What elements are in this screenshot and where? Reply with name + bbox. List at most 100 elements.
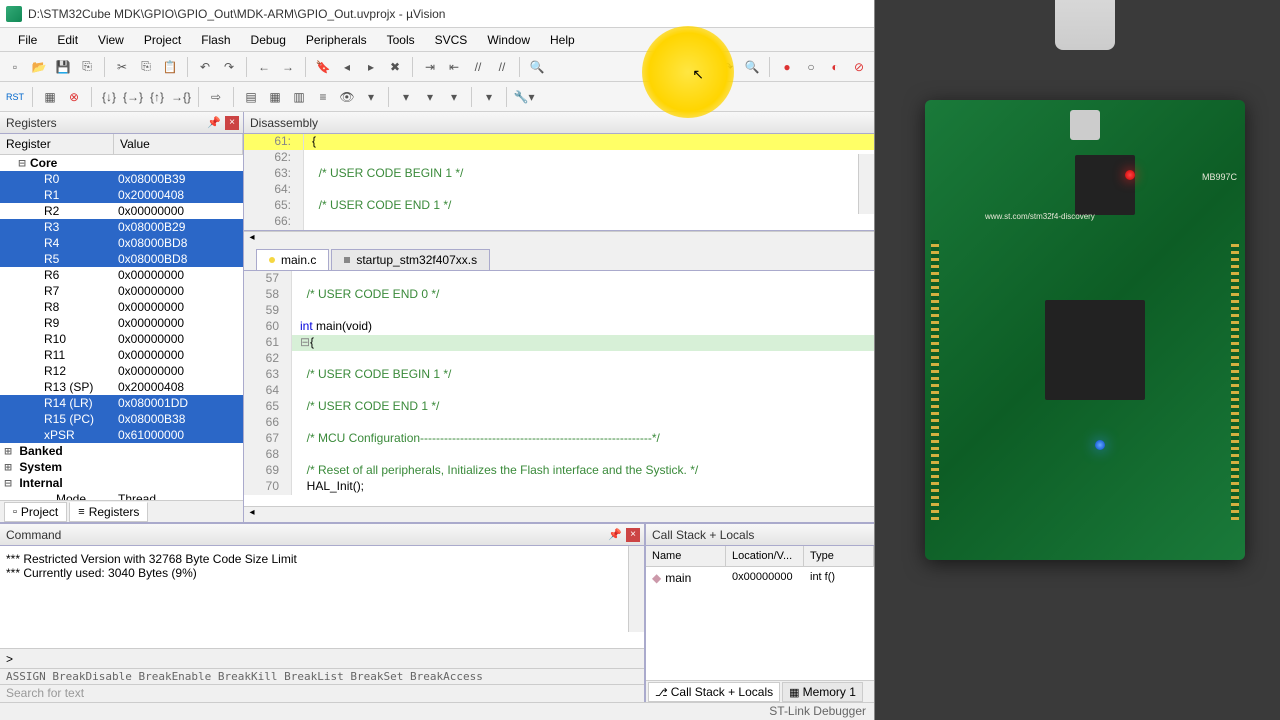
pin-icon[interactable]: 📌 [608, 528, 622, 541]
toolbox-icon[interactable]: 🔧▾ [513, 86, 535, 108]
menu-project[interactable]: Project [134, 30, 191, 50]
tab-registers[interactable]: ≡ Registers [69, 502, 148, 522]
disassembly-view[interactable]: 61:{62:63: /* USER CODE BEGIN 1 */64:65:… [244, 134, 874, 231]
step-out-icon[interactable]: {↑} [146, 86, 168, 108]
window-trace-icon[interactable]: ▾ [443, 86, 465, 108]
nav-back-icon[interactable]: ← [253, 56, 275, 78]
scrollbar-vertical[interactable] [858, 154, 874, 214]
copy-icon[interactable]: ⎘ [135, 56, 157, 78]
reg-group-system[interactable]: ⊞ System [0, 459, 243, 475]
menu-svcs[interactable]: SVCS [425, 30, 478, 50]
save-icon[interactable]: 💾 [52, 56, 74, 78]
search-input[interactable]: Search for text [0, 684, 644, 702]
tab-memory[interactable]: ▦ Memory 1 [782, 682, 863, 702]
menu-file[interactable]: File [8, 30, 47, 50]
bookmark-next-icon[interactable]: ▸ [360, 56, 382, 78]
editor-hscroll[interactable]: ◂ [244, 506, 874, 522]
breakpoint-kill-icon[interactable]: ⊘ [848, 56, 870, 78]
bookmark-clear-icon[interactable]: ✖ [384, 56, 406, 78]
step-over2-icon[interactable]: {→} [122, 86, 144, 108]
col-value[interactable]: Value [114, 134, 243, 154]
register-row[interactable]: R90x00000000 [0, 315, 243, 331]
paste-icon[interactable]: 📋 [159, 56, 181, 78]
menu-peripherals[interactable]: Peripherals [296, 30, 377, 50]
window-symbol-icon[interactable]: ▦ [264, 86, 286, 108]
run-icon[interactable]: ▦ [39, 86, 61, 108]
menu-debug[interactable]: Debug [241, 30, 296, 50]
register-row[interactable]: R80x00000000 [0, 299, 243, 315]
close-icon[interactable]: × [626, 528, 640, 542]
register-row[interactable]: R110x00000000 [0, 347, 243, 363]
menu-help[interactable]: Help [540, 30, 585, 50]
reg-group-internal[interactable]: ⊟ Internal [0, 475, 243, 491]
window-disasm-icon[interactable]: ▤ [240, 86, 262, 108]
menu-flash[interactable]: Flash [191, 30, 240, 50]
col-register[interactable]: Register [0, 134, 114, 154]
register-row[interactable]: R30x08000B29 [0, 219, 243, 235]
menu-tools[interactable]: Tools [377, 30, 425, 50]
col-location[interactable]: Location/V... [726, 546, 804, 566]
new-file-icon[interactable]: ▫ [4, 56, 26, 78]
menu-view[interactable]: View [88, 30, 134, 50]
bookmark-icon[interactable]: 🔖 [312, 56, 334, 78]
step-over-icon[interactable]: ↷ [717, 56, 739, 78]
register-row[interactable]: R60x00000000 [0, 267, 243, 283]
register-row[interactable]: R14 (LR)0x080001DD [0, 395, 243, 411]
register-row[interactable]: R13 (SP)0x20000408 [0, 379, 243, 395]
register-row[interactable]: R20x00000000 [0, 203, 243, 219]
nav-fwd-icon[interactable]: → [277, 56, 299, 78]
uncomment-icon[interactable]: // [491, 56, 513, 78]
register-row[interactable]: R40x08000BD8 [0, 235, 243, 251]
pin-icon[interactable]: 📌 [207, 116, 221, 129]
stack-row[interactable]: ◆main 0x00000000 int f() [646, 567, 874, 589]
register-row[interactable]: R10x20000408 [0, 187, 243, 203]
window-memory-icon[interactable]: ▾ [360, 86, 382, 108]
stop-icon[interactable]: ⊗ [63, 86, 85, 108]
menu-edit[interactable]: Edit [47, 30, 88, 50]
tab-callstack[interactable]: ⎇ Call Stack + Locals [648, 682, 780, 702]
breakpoint-disable-icon[interactable]: ◐ [824, 56, 846, 78]
menu-window[interactable]: Window [477, 30, 540, 50]
register-row[interactable]: R70x00000000 [0, 283, 243, 299]
breakpoint-toggle-icon[interactable]: ○ [800, 56, 822, 78]
outdent-icon[interactable]: ⇤ [443, 56, 465, 78]
step-into-icon[interactable]: {↓} [98, 86, 120, 108]
window-system-icon[interactable]: ▾ [478, 86, 500, 108]
scrollbar-vertical[interactable] [628, 546, 644, 632]
indent-icon[interactable]: ⇥ [419, 56, 441, 78]
reg-internal-mode[interactable]: Mode Thread [0, 491, 243, 500]
register-row[interactable]: R100x00000000 [0, 331, 243, 347]
col-type[interactable]: Type [804, 546, 874, 566]
disasm-hscroll[interactable]: ◂ [244, 231, 874, 247]
reset-icon[interactable]: RST [4, 86, 26, 108]
record-icon[interactable]: ● [776, 56, 798, 78]
file-tab-startup[interactable]: startup_stm32f407xx.s [331, 249, 490, 270]
register-row[interactable]: R00x08000B39 [0, 171, 243, 187]
window-callstack-icon[interactable]: ≡ [312, 86, 334, 108]
file-tab-main[interactable]: main.c [256, 249, 329, 270]
undo-icon[interactable]: ↶ [194, 56, 216, 78]
command-input[interactable]: > [0, 648, 644, 668]
bookmark-prev-icon[interactable]: ◂ [336, 56, 358, 78]
reg-group-core[interactable]: ⊟Core [0, 155, 243, 171]
window-regs-icon[interactable]: ▥ [288, 86, 310, 108]
redo-icon[interactable]: ↷ [218, 56, 240, 78]
close-icon[interactable]: × [225, 116, 239, 130]
reg-group-banked[interactable]: ⊞ Banked [0, 443, 243, 459]
window-serial-icon[interactable]: ▾ [395, 86, 417, 108]
debug-find-icon[interactable]: 🔍 [741, 56, 763, 78]
window-watch-icon[interactable]: 👁 [336, 86, 358, 108]
register-row[interactable]: R15 (PC)0x08000B38 [0, 411, 243, 427]
save-all-icon[interactable]: ⎘ [76, 56, 98, 78]
tab-project[interactable]: ▫ Project [4, 502, 67, 522]
comment-icon[interactable]: // [467, 56, 489, 78]
col-name[interactable]: Name [646, 546, 726, 566]
register-row[interactable]: xPSR0x61000000 [0, 427, 243, 443]
code-editor[interactable]: 5758 /* USER CODE END 0 */5960int main(v… [244, 271, 874, 506]
window-analysis-icon[interactable]: ▾ [419, 86, 441, 108]
command-output[interactable]: *** Restricted Version with 32768 Byte C… [0, 546, 644, 648]
run-to-cursor-icon[interactable]: →{} [170, 86, 192, 108]
cut-icon[interactable]: ✂ [111, 56, 133, 78]
open-icon[interactable]: 📂 [28, 56, 50, 78]
register-row[interactable]: R120x00000000 [0, 363, 243, 379]
